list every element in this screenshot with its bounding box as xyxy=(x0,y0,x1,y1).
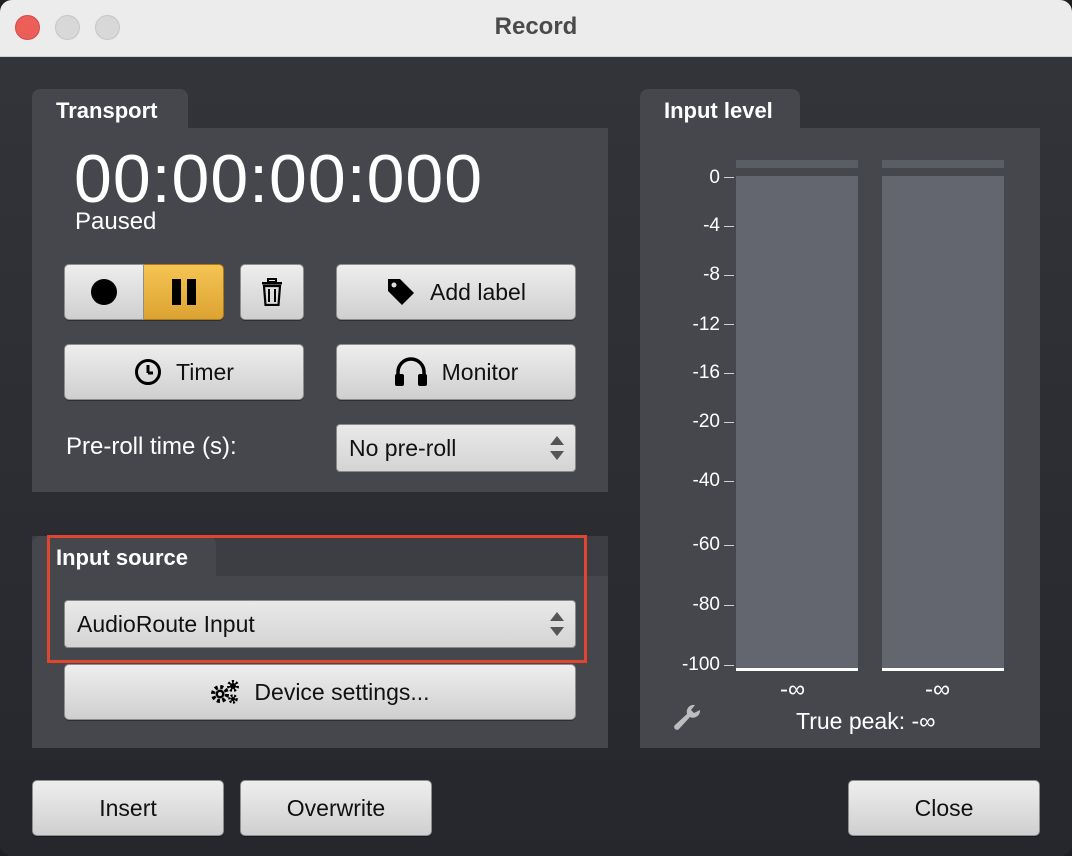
monitor-text: Monitor xyxy=(441,358,519,385)
wrench-icon[interactable] xyxy=(673,702,703,732)
true-peak-readout: True peak: -∞ xyxy=(796,708,936,734)
right-peak-value: -∞ xyxy=(925,676,951,703)
scale-label: -40 xyxy=(692,470,720,491)
tab-transport: Transport xyxy=(32,89,188,129)
scale-label: -12 xyxy=(692,314,720,335)
preroll-label: Pre-roll time (s): xyxy=(66,433,237,460)
right-meter-peak xyxy=(882,160,1004,168)
scale-tick xyxy=(724,324,734,325)
scale-tick xyxy=(724,422,734,423)
input-device-select[interactable]: AudioRoute Input xyxy=(64,600,576,648)
input-device-value: AudioRoute Input xyxy=(77,610,255,637)
timecode-display: 00:00:00:000 xyxy=(74,141,484,217)
tag-icon xyxy=(388,279,415,305)
add-label-button[interactable]: Add label xyxy=(336,264,576,320)
scale-label: -100 xyxy=(681,654,720,675)
scale-tick xyxy=(724,481,734,482)
right-meter-baseline xyxy=(882,668,1004,671)
right-level-meter xyxy=(882,176,1004,668)
left-peak-value: -∞ xyxy=(780,676,806,703)
scale-label: -60 xyxy=(692,534,720,555)
select-arrows-icon xyxy=(550,436,564,460)
scale-label: -80 xyxy=(692,594,720,615)
scale-tick xyxy=(724,605,734,606)
scale-tick xyxy=(724,177,734,178)
left-meter-peak xyxy=(736,160,858,168)
insert-button[interactable]: Insert xyxy=(32,780,224,836)
tab-input-source: Input source xyxy=(32,536,216,576)
overwrite-button[interactable]: Overwrite xyxy=(240,780,432,836)
window-title: Record xyxy=(494,13,578,40)
delete-button[interactable] xyxy=(240,264,304,320)
select-arrows-icon xyxy=(550,612,564,636)
scale-label: -20 xyxy=(692,411,720,432)
monitor-button[interactable]: Monitor xyxy=(336,344,576,400)
scale-tick xyxy=(724,665,734,666)
timer-button[interactable]: Timer xyxy=(64,344,304,400)
scale-tick xyxy=(724,226,734,227)
pause-button[interactable] xyxy=(144,264,224,320)
close-button[interactable]: Close xyxy=(848,780,1040,836)
scale-tick xyxy=(724,275,734,276)
record-button[interactable] xyxy=(64,264,144,320)
scale-label: 0 xyxy=(709,167,720,188)
scale-label: -4 xyxy=(703,215,720,236)
clock-icon xyxy=(135,359,162,385)
scale-label: -16 xyxy=(692,362,720,383)
record-window: Record Transport 00:00:00:000 Paused Add… xyxy=(0,0,1072,856)
headphones-icon xyxy=(394,357,427,386)
left-meter-baseline xyxy=(736,668,858,671)
scale-tick xyxy=(724,373,734,374)
preroll-value: No pre-roll xyxy=(349,434,457,461)
pause-icon xyxy=(171,279,196,305)
preroll-select[interactable]: No pre-roll xyxy=(336,424,576,472)
record-status: Paused xyxy=(75,208,157,235)
scale-tick xyxy=(724,545,734,546)
gears-icon xyxy=(211,680,240,704)
tab-input-level: Input level xyxy=(640,89,800,129)
left-level-meter xyxy=(736,176,858,668)
insert-text: Insert xyxy=(99,794,157,821)
trash-icon xyxy=(262,278,282,306)
close-text: Close xyxy=(914,794,974,821)
device-settings-button[interactable]: Device settings... xyxy=(64,664,576,720)
device-settings-text: Device settings... xyxy=(254,678,430,705)
record-icon xyxy=(91,279,117,305)
scale-label: -8 xyxy=(703,264,720,285)
title-bar: Record xyxy=(0,0,1072,57)
timer-text: Timer xyxy=(176,358,234,385)
add-label-text: Add label xyxy=(430,278,526,305)
overwrite-text: Overwrite xyxy=(286,794,386,821)
